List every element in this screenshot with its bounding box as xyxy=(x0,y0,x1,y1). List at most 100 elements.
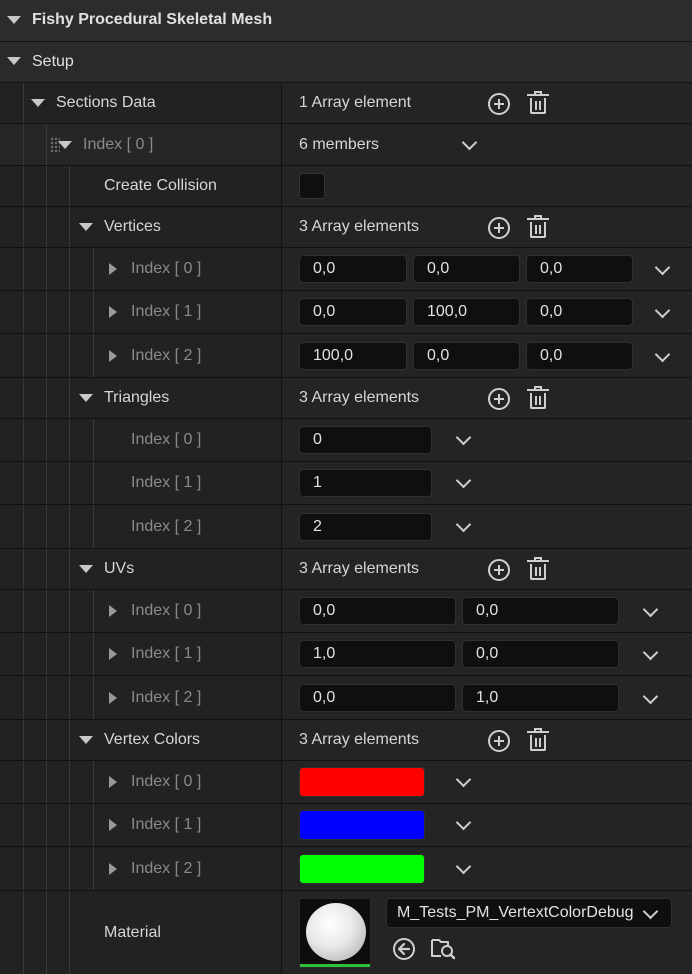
expand-arrow-icon[interactable] xyxy=(79,394,93,402)
sections-data-count: 1 Array element xyxy=(299,94,412,111)
triangle-index-field[interactable]: 2 xyxy=(299,513,432,541)
vertex-y-field[interactable]: 100,0 xyxy=(413,298,520,326)
uv-v-field[interactable]: 1,0 xyxy=(462,684,619,712)
vertex-index-label: Index [ 0 ] xyxy=(131,260,202,277)
vertex-x-field[interactable]: 0,0 xyxy=(299,298,407,326)
collapsed-arrow-icon[interactable] xyxy=(109,350,117,362)
expand-arrow-icon[interactable] xyxy=(79,565,93,573)
vertex-color-index-label: Index [ 0 ] xyxy=(131,773,202,790)
triangle-item-row: Index [ 2 ] 2 xyxy=(0,505,692,549)
collapsed-arrow-icon[interactable] xyxy=(109,648,117,660)
vertex-z-field[interactable]: 0,0 xyxy=(526,342,633,370)
category-title: Fishy Procedural Skeletal Mesh xyxy=(32,11,273,28)
uvs-label: UVs xyxy=(104,560,135,577)
vertex-y-field[interactable]: 0,0 xyxy=(413,255,520,283)
index-label: Index [ 0 ] xyxy=(83,135,154,153)
vertex-colors-label: Vertex Colors xyxy=(104,731,201,748)
delete-all-icon[interactable] xyxy=(527,215,549,239)
vertex-index-label: Index [ 2 ] xyxy=(131,346,202,364)
setup-header[interactable]: Setup xyxy=(0,42,692,83)
add-element-icon[interactable] xyxy=(488,217,510,239)
uvs-row: UVs 3 Array elements xyxy=(0,549,692,590)
vertex-color-item-row: Index [ 1 ] xyxy=(0,804,692,847)
vertex-y-field[interactable]: 0,0 xyxy=(413,342,520,370)
delete-all-icon[interactable] xyxy=(527,557,549,581)
uv-item-row: Index [ 2 ] 0,0 1,0 xyxy=(0,676,692,720)
collapsed-arrow-icon[interactable] xyxy=(109,776,117,788)
uvs-count: 3 Array elements xyxy=(299,560,420,577)
uv-u-field[interactable]: 1,0 xyxy=(299,640,456,668)
add-element-icon[interactable] xyxy=(488,93,510,115)
color-swatch[interactable] xyxy=(299,767,425,797)
triangles-count: 3 Array elements xyxy=(299,389,420,406)
vertex-color-item-row: Index [ 0 ] xyxy=(0,761,692,804)
vertex-item-row: Index [ 1 ] 0,0 100,0 0,0 xyxy=(0,291,692,334)
vertex-index-label: Index [ 1 ] xyxy=(131,303,202,320)
vertex-color-index-label: Index [ 2 ] xyxy=(131,859,202,877)
vertex-item-row: Index [ 0 ] 0,0 0,0 0,0 xyxy=(0,248,692,291)
color-swatch[interactable] xyxy=(299,810,425,840)
triangle-item-row: Index [ 1 ] 1 xyxy=(0,462,692,505)
add-element-icon[interactable] xyxy=(488,730,510,752)
expand-arrow-icon[interactable] xyxy=(79,223,93,231)
delete-all-icon[interactable] xyxy=(527,728,549,752)
vertex-x-field[interactable]: 0,0 xyxy=(299,255,407,283)
sphere-preview xyxy=(306,903,366,961)
uv-u-field[interactable]: 0,0 xyxy=(299,684,456,712)
color-swatch[interactable] xyxy=(299,854,425,884)
triangle-index-label: Index [ 0 ] xyxy=(131,431,202,448)
vertex-color-index-label: Index [ 1 ] xyxy=(131,816,202,833)
vertex-color-item-row: Index [ 2 ] xyxy=(0,847,692,891)
create-collision-label: Create Collision xyxy=(104,177,217,194)
triangle-index-label: Index [ 1 ] xyxy=(131,474,202,491)
expand-arrow-icon[interactable] xyxy=(31,99,45,107)
browse-asset-icon[interactable] xyxy=(430,935,456,961)
collapsed-arrow-icon[interactable] xyxy=(109,692,117,704)
section-index-row: Index [ 0 ] 6 members xyxy=(0,124,692,166)
collapsed-arrow-icon[interactable] xyxy=(109,863,117,875)
material-asset-dropdown[interactable]: M_Tests_PM_VertextColorDebug xyxy=(386,898,672,928)
uv-u-field[interactable]: 0,0 xyxy=(299,597,456,625)
collapsed-arrow-icon[interactable] xyxy=(109,263,117,275)
vertex-z-field[interactable]: 0,0 xyxy=(526,255,633,283)
material-thumbnail[interactable] xyxy=(299,898,371,968)
uv-index-label: Index [ 2 ] xyxy=(131,688,202,706)
uv-v-field[interactable]: 0,0 xyxy=(462,597,619,625)
vertex-x-field[interactable]: 100,0 xyxy=(299,342,407,370)
material-asset-name: M_Tests_PM_VertextColorDebug xyxy=(397,904,634,921)
sections-data-row: Sections Data 1 Array element xyxy=(0,83,692,124)
uv-index-label: Index [ 0 ] xyxy=(131,602,202,619)
add-element-icon[interactable] xyxy=(488,559,510,581)
details-panel: Fishy Procedural Skeletal Mesh Setup Sec… xyxy=(0,0,692,974)
sections-data-label: Sections Data xyxy=(56,94,156,111)
chevron-down-icon[interactable] xyxy=(642,903,659,920)
material-label: Material xyxy=(104,923,161,941)
collapsed-arrow-icon[interactable] xyxy=(109,306,117,318)
use-selected-asset-icon[interactable] xyxy=(392,937,416,961)
category-header[interactable]: Fishy Procedural Skeletal Mesh xyxy=(0,0,692,42)
asset-type-bar xyxy=(300,964,370,967)
add-element-icon[interactable] xyxy=(488,388,510,410)
triangle-index-label: Index [ 2 ] xyxy=(131,517,202,535)
expand-arrow-icon[interactable] xyxy=(7,16,21,24)
vertex-item-row: Index [ 2 ] 100,0 0,0 0,0 xyxy=(0,334,692,378)
members-count: 6 members xyxy=(299,135,380,153)
triangles-label: Triangles xyxy=(104,389,170,406)
expand-arrow-icon[interactable] xyxy=(79,736,93,744)
triangle-index-field[interactable]: 0 xyxy=(299,426,432,454)
uv-item-row: Index [ 1 ] 1,0 0,0 xyxy=(0,633,692,676)
triangle-index-field[interactable]: 1 xyxy=(299,469,432,497)
vertex-colors-count: 3 Array elements xyxy=(299,731,420,748)
vertex-z-field[interactable]: 0,0 xyxy=(526,298,633,326)
delete-all-icon[interactable] xyxy=(527,386,549,410)
expand-arrow-icon[interactable] xyxy=(58,141,72,149)
collapsed-arrow-icon[interactable] xyxy=(109,605,117,617)
setup-label: Setup xyxy=(32,53,74,70)
collapsed-arrow-icon[interactable] xyxy=(109,819,117,831)
expand-arrow-icon[interactable] xyxy=(7,57,21,65)
triangle-item-row: Index [ 0 ] 0 xyxy=(0,419,692,462)
uv-v-field[interactable]: 0,0 xyxy=(462,640,619,668)
delete-all-icon[interactable] xyxy=(527,91,549,115)
create-collision-checkbox[interactable] xyxy=(299,173,325,199)
vertex-colors-row: Vertex Colors 3 Array elements xyxy=(0,720,692,761)
